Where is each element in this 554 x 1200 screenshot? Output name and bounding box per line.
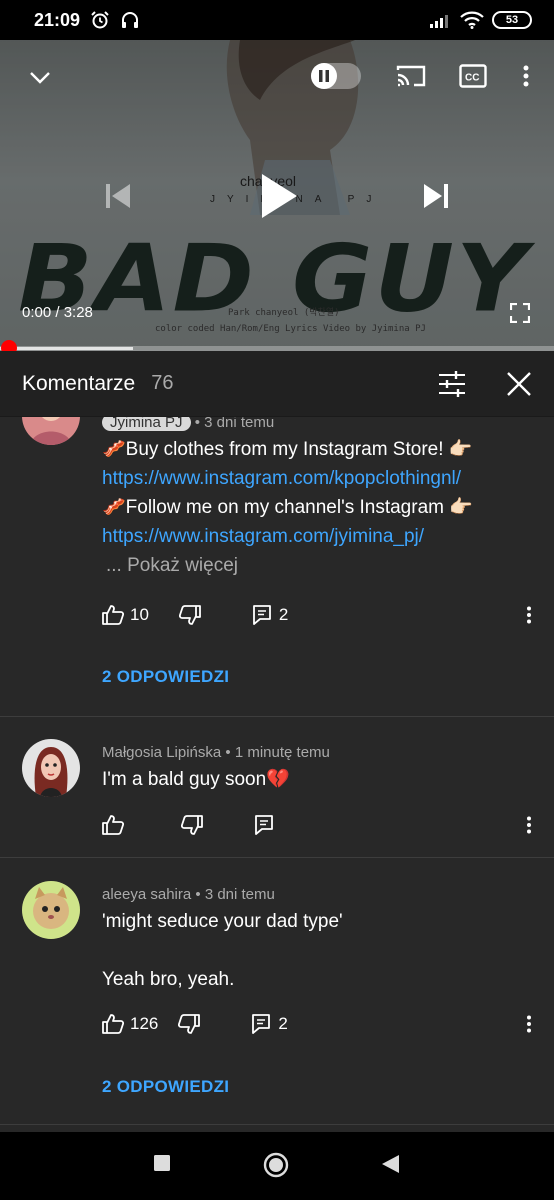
play-icon (262, 174, 297, 218)
comment-link[interactable]: https://www.instagram.com/jyimina_pj/ (102, 522, 424, 551)
like-button[interactable] (102, 815, 124, 835)
comment-author[interactable]: Jyimina PJ (102, 417, 191, 431)
close-icon[interactable] (506, 371, 532, 397)
comment-more-button[interactable] (526, 606, 532, 624)
collapse-button[interactable] (24, 62, 56, 94)
comment-line: 'might seduce your dad type' (102, 911, 343, 932)
thumb-up-icon (102, 1014, 124, 1034)
autoplay-knob (311, 63, 337, 89)
comments-count: 76 (151, 372, 174, 394)
divider (0, 1124, 554, 1125)
reply-icon (252, 1014, 271, 1034)
thumb-up-icon (102, 815, 124, 835)
thumb-down-icon (178, 605, 201, 625)
like-button[interactable]: 126 (102, 1014, 158, 1034)
reply-count: 2 (278, 605, 289, 624)
previous-button[interactable] (100, 178, 136, 214)
comment-line: 🥓Follow me on my channel's Instagram 👉🏻 (102, 497, 473, 518)
thumb-down-icon (178, 1014, 201, 1034)
home-icon[interactable] (263, 1152, 289, 1178)
status-time: 21:09 (34, 9, 81, 30)
play-button[interactable] (254, 168, 304, 224)
reply-button[interactable]: 2 (253, 605, 288, 625)
comments-header: Komentarze 76 (0, 351, 554, 417)
reply-icon (253, 605, 271, 625)
avatar[interactable] (22, 881, 80, 939)
dislike-button[interactable] (178, 1014, 201, 1034)
next-button[interactable] (418, 178, 454, 214)
captions-button[interactable]: CC (456, 60, 490, 92)
time-display: 0:00 / 3:28 (22, 304, 93, 321)
reply-icon (255, 815, 273, 835)
like-count: 126 (130, 1014, 159, 1033)
system-nav-bar (0, 1132, 554, 1200)
cast-icon (396, 65, 426, 87)
alarm-icon (91, 11, 109, 29)
comment-time: • 3 dni temu (194, 417, 275, 431)
autoplay-toggle[interactable] (311, 63, 361, 89)
signal-icon (430, 15, 448, 28)
like-button[interactable]: 10 (102, 605, 149, 625)
comment-more-button[interactable] (526, 816, 532, 834)
headphones-icon (122, 12, 139, 28)
fullscreen-icon (510, 303, 530, 323)
kebab-icon (527, 1015, 531, 1033)
status-bar: 21:09 53 (0, 0, 554, 40)
comment-author[interactable]: Małgosia Lipińska (102, 744, 221, 761)
reply-button[interactable]: 2 (252, 1014, 288, 1034)
recents-icon[interactable] (153, 1154, 171, 1172)
svg-text:CC: CC (465, 73, 479, 84)
comment-line: Yeah bro, yeah. (102, 969, 235, 990)
thumb-up-icon (102, 605, 124, 625)
view-replies-button[interactable]: 2 ODPOWIEDZI (102, 667, 229, 687)
player-more-button[interactable] (516, 60, 536, 92)
video-player[interactable]: chanyeol JYIMINA PJ BAD GUY Park chanyeo… (0, 40, 554, 351)
comments-title: Komentarze (22, 371, 136, 395)
skip-next-icon (424, 184, 448, 208)
reply-button[interactable] (255, 815, 273, 835)
view-replies-button[interactable]: 2 ODPOWIEDZI (102, 1077, 229, 1097)
comments-list[interactable]: Jyimina PJ • 3 dni temu 🥓Buy clothes fro… (0, 417, 554, 1132)
comment-line: I'm a bald guy soon💔 (102, 769, 290, 790)
comment-more-button[interactable] (526, 1015, 532, 1033)
dislike-button[interactable] (178, 605, 201, 625)
comment-link[interactable]: https://www.instagram.com/kpopclothingnl… (102, 464, 461, 493)
show-more-link[interactable]: ... Pokaż więcej (106, 551, 238, 580)
skip-previous-icon (106, 184, 130, 208)
comment-time: • 1 minutę temu (225, 744, 330, 761)
kebab-icon (523, 65, 529, 87)
avatar[interactable] (22, 417, 80, 445)
kebab-icon (527, 606, 531, 624)
wifi-icon (460, 11, 484, 29)
divider (0, 716, 554, 717)
fullscreen-button[interactable] (506, 300, 534, 326)
back-icon[interactable] (380, 1154, 400, 1174)
cc-icon: CC (459, 64, 487, 88)
thumb-down-icon (181, 815, 203, 835)
comment-line: 🥓Buy clothes from my Instagram Store! 👉🏻 (102, 439, 473, 460)
divider (0, 857, 554, 858)
buffered-bar (0, 347, 133, 350)
pause-icon (319, 70, 329, 82)
like-count: 10 (130, 605, 149, 624)
kebab-icon (527, 816, 531, 834)
battery-indicator: 53 (492, 11, 532, 29)
reply-count: 2 (278, 1014, 288, 1033)
chevron-down-icon (30, 72, 50, 84)
sort-icon[interactable] (438, 370, 466, 397)
cast-button[interactable] (393, 60, 429, 92)
avatar[interactable] (22, 739, 80, 797)
dislike-button[interactable] (181, 815, 203, 835)
comment-author[interactable]: aleeya sahira (102, 886, 191, 903)
comment-time: • 3 dni temu (195, 886, 275, 903)
